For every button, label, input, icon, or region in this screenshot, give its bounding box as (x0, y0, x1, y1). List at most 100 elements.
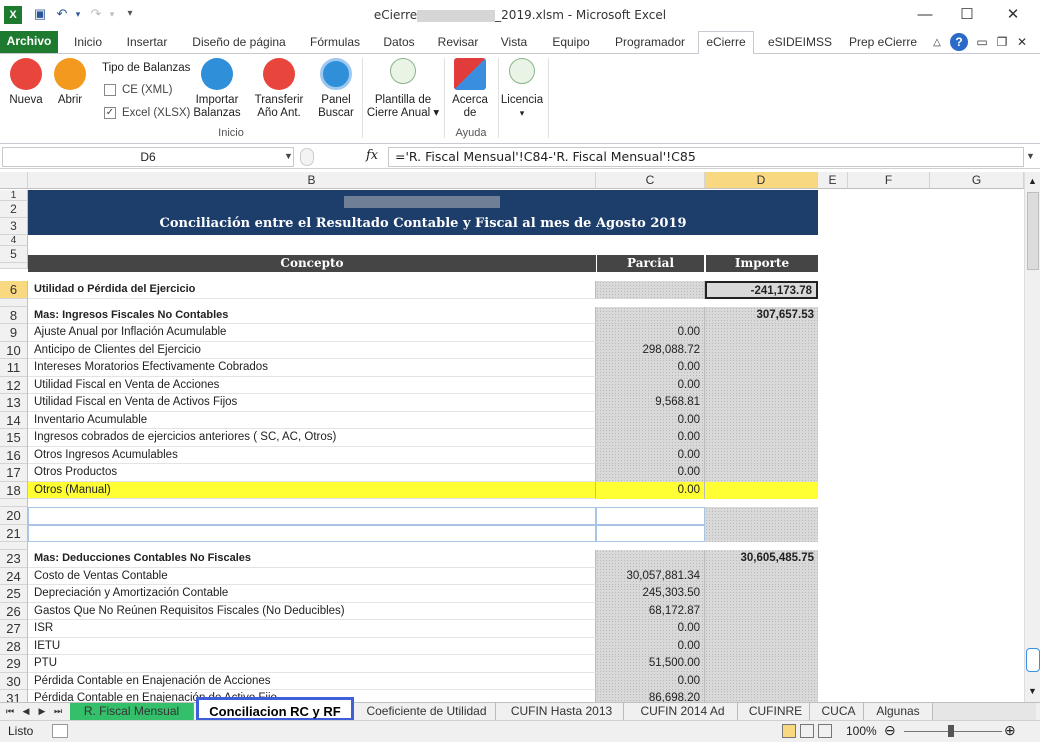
tab-insertar[interactable]: Insertar (118, 32, 176, 53)
row-header[interactable]: 14 (0, 411, 28, 429)
parcial-cell[interactable]: 0.00 (596, 464, 705, 482)
importe-cell[interactable] (705, 567, 818, 585)
parcial-cell[interactable]: 86,698.20 (596, 690, 705, 702)
parcial-cell[interactable]: 0.00 (596, 429, 705, 447)
sheet-tab-cufin-2014[interactable]: CUFIN 2014 Ad (628, 703, 738, 721)
concept-cell[interactable]: Utilidad o Pérdida del Ejercicio (28, 281, 596, 299)
column-header-c[interactable]: C (596, 172, 705, 189)
zoom-slider-thumb[interactable] (948, 725, 954, 737)
parcial-cell[interactable] (596, 524, 705, 542)
importe-cell[interactable] (705, 620, 818, 638)
nueva-button[interactable]: Nueva (6, 58, 46, 107)
excel-xlsx-checkbox[interactable]: ✓ Excel (XLSX) (104, 107, 190, 119)
scroll-down-icon[interactable]: ▼ (1028, 686, 1037, 696)
row-header[interactable] (0, 542, 28, 550)
parcial-cell[interactable]: 245,303.50 (596, 585, 705, 603)
row-header[interactable]: 5 (0, 246, 28, 263)
page-break-icon[interactable] (818, 724, 832, 738)
macro-record-icon[interactable] (52, 724, 68, 738)
importe-cell[interactable] (705, 429, 818, 447)
importe-cell[interactable] (705, 324, 818, 342)
row-header[interactable]: 21 (0, 524, 28, 542)
parcial-cell[interactable]: 9,568.81 (596, 394, 705, 412)
sheet-tab-cuca[interactable]: CUCA (814, 703, 864, 721)
importe-cell[interactable] (705, 507, 818, 525)
concept-cell[interactable] (28, 507, 596, 525)
row-header[interactable]: 16 (0, 446, 28, 464)
column-header-g[interactable]: G (930, 172, 1024, 189)
concept-cell[interactable]: Depreciación y Amortización Contable (28, 585, 596, 603)
row-header[interactable]: 10 (0, 341, 28, 359)
sheet-tab-coeficiente[interactable]: Coeficiente de Utilidad (358, 703, 496, 721)
tab-datos[interactable]: Datos (376, 32, 422, 53)
parcial-cell[interactable] (596, 281, 705, 299)
row-header[interactable]: 11 (0, 359, 28, 377)
concept-cell[interactable]: Otros Productos (28, 464, 596, 482)
tab-revisar[interactable]: Revisar (430, 32, 486, 53)
concept-cell[interactable]: ISR (28, 620, 596, 638)
ce-xml-checkbox[interactable]: CE (XML) (104, 84, 172, 96)
importe-cell[interactable] (705, 359, 818, 377)
concept-cell[interactable]: Costo de Ventas Contable (28, 567, 596, 585)
row-header[interactable] (0, 263, 28, 269)
row-header[interactable]: 25 (0, 585, 28, 603)
row-header[interactable]: 17 (0, 464, 28, 482)
workbook-restore-icon[interactable]: ❐ (994, 32, 1010, 53)
close-button[interactable]: ✕ (998, 4, 1028, 26)
tab-archivo[interactable]: Archivo (0, 31, 58, 53)
concept-cell[interactable]: Mas: Ingresos Fiscales No Contables (28, 306, 596, 324)
row-header[interactable]: 3 (0, 218, 28, 235)
concept-cell[interactable]: Inventario Acumulable (28, 411, 596, 429)
parcial-cell[interactable]: 68,172.87 (596, 602, 705, 620)
worksheet-grid[interactable]: B C D E F G 1 2 3 4 5 Conciliación entre… (0, 172, 1024, 702)
sheet-tab-conciliacion[interactable]: Conciliacion RC y RF (196, 697, 354, 721)
importe-cell[interactable] (705, 341, 818, 359)
importe-cell[interactable] (705, 602, 818, 620)
importe-cell[interactable] (705, 524, 818, 542)
tab-inicio[interactable]: Inicio (66, 32, 110, 53)
row-header[interactable]: 12 (0, 376, 28, 394)
row-header[interactable]: 27 (0, 620, 28, 638)
concept-cell[interactable]: Pérdida Contable en Enajenación de Accio… (28, 672, 596, 690)
importe-cell[interactable]: -241,173.78 (705, 281, 818, 299)
parcial-cell[interactable]: 51,500.00 (596, 655, 705, 673)
normal-view-icon[interactable] (782, 724, 796, 738)
row-header[interactable]: 13 (0, 394, 28, 412)
row-header[interactable]: 31 (0, 690, 28, 702)
row-header[interactable]: 18 (0, 481, 28, 499)
workbook-minimize-icon[interactable]: ▭ (974, 32, 990, 53)
tab-diseno[interactable]: Diseño de página (184, 32, 294, 53)
parcial-cell[interactable]: 0.00 (596, 446, 705, 464)
concept-cell[interactable]: Intereses Moratorios Efectivamente Cobra… (28, 359, 596, 377)
row-header[interactable]: 20 (0, 507, 28, 525)
importe-cell[interactable] (705, 411, 818, 429)
workbook-close-icon[interactable]: ✕ (1014, 32, 1030, 53)
zoom-out-icon[interactable]: ⊖ (884, 722, 896, 739)
tab-formulas[interactable]: Fórmulas (302, 32, 368, 53)
concept-cell[interactable]: Ajuste Anual por Inflación Acumulable (28, 324, 596, 342)
concept-cell[interactable]: IETU (28, 637, 596, 655)
acerca-de-button[interactable]: Acerca de (448, 58, 492, 120)
parcial-cell[interactable]: 0.00 (596, 620, 705, 638)
tab-vista[interactable]: Vista (494, 32, 534, 53)
importe-cell[interactable] (705, 690, 818, 702)
insert-function-icon[interactable]: fx (366, 148, 378, 163)
last-sheet-icon[interactable]: ⏭ (52, 703, 64, 721)
concept-cell[interactable]: Otros (Manual) (28, 481, 596, 499)
collapse-ribbon-icon[interactable]: △ (930, 32, 944, 53)
parcial-cell[interactable]: 0.00 (596, 481, 705, 499)
formula-input[interactable]: ='R. Fiscal Mensual'!C84-'R. Fiscal Mens… (388, 147, 1024, 167)
importe-cell[interactable] (705, 464, 818, 482)
parcial-cell[interactable]: 0.00 (596, 359, 705, 377)
parcial-cell[interactable] (596, 507, 705, 525)
importe-cell[interactable] (705, 446, 818, 464)
page-layout-icon[interactable] (800, 724, 814, 738)
tab-prep-ecierre[interactable]: Prep eCierre (844, 32, 922, 53)
maximize-button[interactable]: ☐ (952, 4, 982, 26)
importe-cell[interactable] (705, 394, 818, 412)
prev-sheet-icon[interactable]: ◀ (20, 703, 32, 721)
row-header[interactable]: 6 (0, 281, 28, 299)
parcial-cell[interactable] (596, 550, 705, 568)
parcial-cell[interactable]: 0.00 (596, 411, 705, 429)
horizontal-scrollbar[interactable] (932, 703, 1036, 721)
